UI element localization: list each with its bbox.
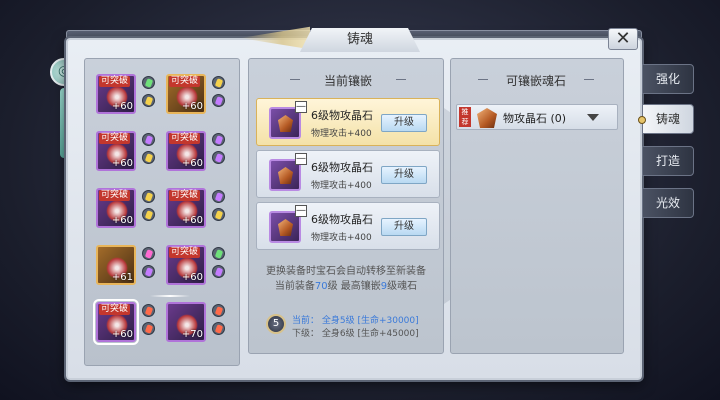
breakthrough-badge: 可突破 (99, 304, 131, 315)
yellow-gem-slot-icon (142, 208, 155, 221)
equipment-item[interactable]: +61 (96, 245, 136, 285)
inlay-slot-2[interactable]: — 6级物攻晶石 物理攻击+400 升级 (256, 150, 440, 198)
caret-down-icon[interactable] (587, 114, 599, 121)
yellow-gem-slot-icon (142, 151, 155, 164)
gem-stat: 物理攻击+400 (311, 181, 372, 191)
breakthrough-badge: 可突破 (169, 190, 201, 201)
yellow-gem-slot-icon (142, 94, 155, 107)
bonus-current: 当前： 全身5级 [生命+30000] (292, 316, 419, 326)
breakthrough-badge: 可突破 (169, 133, 201, 144)
tab-light-effect[interactable]: 光效 (642, 188, 694, 218)
item-level: +60 (181, 215, 203, 226)
gem-name: 6级物攻晶石 (311, 161, 373, 174)
item-level: +60 (181, 272, 203, 283)
current-inlay-heading: 当前镶嵌 (288, 72, 408, 89)
gem-stat: 物理攻击+400 (311, 129, 372, 139)
red-gem-slot-icon (212, 322, 225, 335)
remove-gem-button[interactable]: — (295, 205, 307, 217)
yellow-gem-slot-icon (142, 190, 155, 203)
active-tab-indicator (638, 116, 646, 124)
bonus-next: 下级： 全身6级 [生命+45000] (292, 329, 419, 339)
breakthrough-badge: 可突破 (169, 76, 201, 87)
tab-soul-forge[interactable]: 铸魂 (638, 104, 694, 134)
recommend-badge: 推荐 (459, 107, 471, 127)
red-gem-slot-icon (142, 322, 155, 335)
set-level-badge: 5 (266, 314, 286, 334)
breakthrough-badge: 可突破 (99, 76, 131, 87)
equip-level: 70 (314, 281, 328, 292)
purple-gem-slot-icon (212, 190, 225, 203)
breakthrough-badge: 可突破 (169, 247, 201, 258)
equipment-item[interactable]: +70 (166, 302, 206, 342)
item-level: +60 (111, 329, 133, 340)
inlay-slot-1[interactable]: — 6级物攻晶石 物理攻击+400 升级 (256, 98, 440, 146)
equipment-item[interactable]: 可突破 +60 (96, 74, 136, 114)
attack-crystal-icon (477, 108, 497, 128)
close-icon: ✕ (615, 28, 631, 49)
window-title: 铸魂 (300, 28, 420, 52)
upgrade-button[interactable]: 升级 (381, 114, 427, 132)
pink-gem-slot-icon (142, 247, 155, 260)
equipment-item[interactable]: 可突破 +60 (166, 74, 206, 114)
purple-gem-slot-icon (142, 265, 155, 278)
equipment-item[interactable]: 可突破 +60 (166, 188, 206, 228)
available-stones-panel (450, 58, 624, 354)
gem-name: 6级物攻晶石 (311, 109, 373, 122)
upgrade-button[interactable]: 升级 (381, 166, 427, 184)
green-gem-slot-icon (212, 247, 225, 260)
item-level: +70 (181, 329, 203, 340)
red-gem-slot-icon (142, 304, 155, 317)
purple-gem-slot-icon (212, 94, 225, 107)
stone-row[interactable]: 推荐 物攻晶石 (0) (456, 104, 618, 130)
remove-gem-button[interactable]: — (295, 101, 307, 113)
red-gem-slot-icon (212, 304, 225, 317)
equipment-item[interactable]: 可突破 +60 (96, 188, 136, 228)
item-level: +60 (111, 158, 133, 169)
item-level: +60 (181, 158, 203, 169)
green-gem-slot-icon (142, 76, 155, 89)
available-stones-heading: 可镶嵌魂石 (476, 72, 596, 89)
yellow-gem-slot-icon (212, 76, 225, 89)
tab-craft[interactable]: 打造 (642, 146, 694, 176)
equipment-item[interactable]: 可突破 +60 (96, 131, 136, 171)
breakthrough-badge: 可突破 (99, 190, 131, 201)
close-button[interactable]: ✕ (608, 28, 638, 50)
upgrade-button[interactable]: 升级 (381, 218, 427, 236)
purple-gem-slot-icon (212, 265, 225, 278)
equipment-item[interactable]: 可突破 +60 (166, 245, 206, 285)
equipment-item[interactable]: 可突破 +60 (93, 299, 139, 345)
item-level: +60 (111, 215, 133, 226)
yellow-gem-slot-icon (212, 208, 225, 221)
purple-gem-slot-icon (212, 151, 225, 164)
tab-strengthen[interactable]: 强化 (642, 64, 694, 94)
list-divider (150, 295, 190, 297)
inlay-slot-3[interactable]: — 6级物攻晶石 物理攻击+400 升级 (256, 202, 440, 250)
breakthrough-badge: 可突破 (99, 133, 131, 144)
max-level-note: 当前装备70级 最高镶嵌9级魂石 (274, 281, 418, 292)
purple-gem-slot-icon (212, 133, 225, 146)
stone-name: 物攻晶石 (0) (503, 112, 567, 125)
item-level: +60 (181, 101, 203, 112)
item-level: +61 (111, 272, 133, 283)
remove-gem-button[interactable]: — (295, 153, 307, 165)
gem-stat: 物理攻击+400 (311, 233, 372, 243)
item-level: +60 (111, 101, 133, 112)
gem-name: 6级物攻晶石 (311, 213, 373, 226)
purple-gem-slot-icon (142, 133, 155, 146)
transfer-note: 更换装备时宝石会自动转移至新装备 (266, 266, 426, 277)
equipment-item[interactable]: 可突破 +60 (166, 131, 206, 171)
